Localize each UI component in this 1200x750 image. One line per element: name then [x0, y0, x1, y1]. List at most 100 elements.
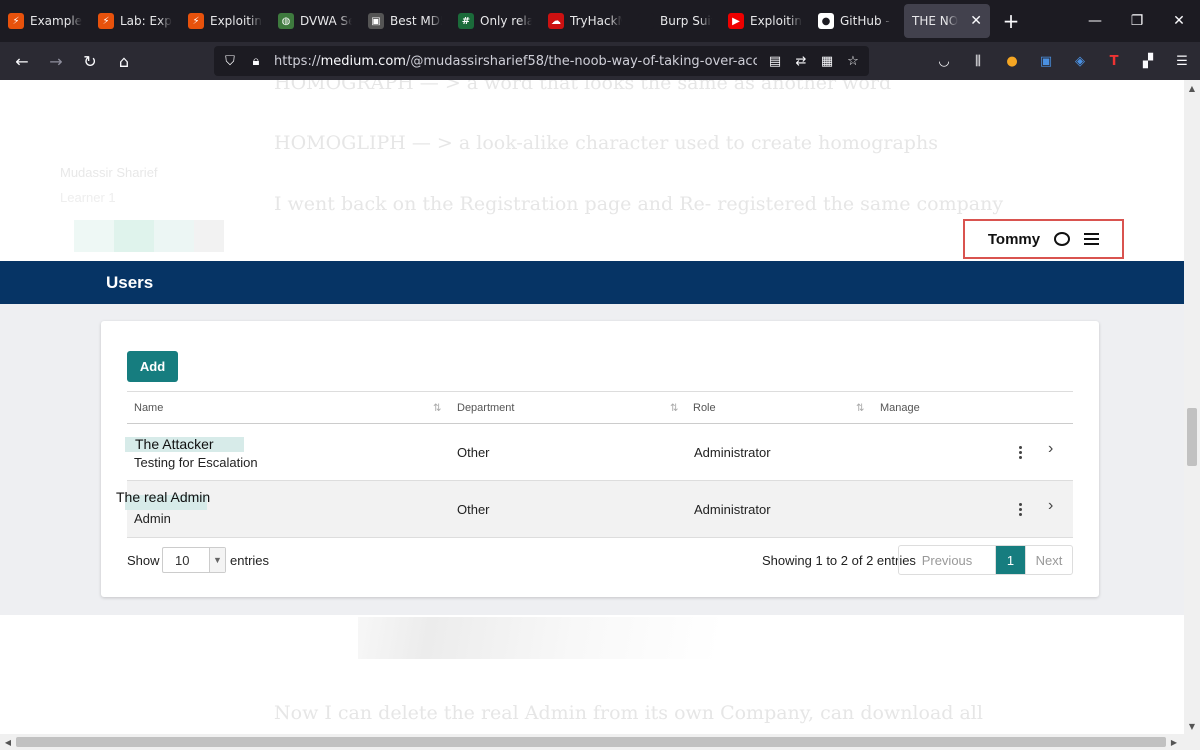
horizontal-scrollbar[interactable]: ◀ ▶ — [0, 734, 1200, 750]
user-bar-highlight: Tommy — [963, 219, 1124, 259]
column-role[interactable]: Role — [693, 402, 716, 414]
tab-label: Exploiting — [210, 14, 262, 28]
tab-label: Examples — [30, 14, 82, 28]
forward-icon[interactable]: → — [42, 47, 70, 75]
more-options-icon[interactable] — [1019, 446, 1023, 459]
chat-icon[interactable] — [1054, 232, 1071, 246]
blurred-button-strip — [74, 220, 224, 252]
user-name-cell: The real Admin — [116, 489, 211, 505]
user-name[interactable]: Tommy — [988, 231, 1040, 248]
user-subtitle-cell: Admin — [134, 511, 171, 526]
qr-icon[interactable]: ▦ — [819, 54, 835, 69]
department-cell: Other — [457, 445, 490, 460]
chevron-right-icon[interactable]: › — [1048, 440, 1053, 458]
browser-tab[interactable]: ⚡ Lab: Explo — [90, 0, 180, 42]
blank-icon — [638, 13, 654, 29]
previous-page-button[interactable]: Previous — [899, 546, 996, 574]
page-1-button[interactable]: 1 — [996, 546, 1026, 574]
tab-list: ⚡ Examples ⚡ Lab: Explo ⚡ Exploiting ◍ DVWA Se ▣… — [0, 0, 900, 42]
horizontal-scroll-thumb[interactable] — [16, 737, 1166, 747]
browser-tab[interactable]: ▣ Best MD5 — [360, 0, 450, 42]
vertical-scroll-thumb[interactable] — [1187, 408, 1197, 466]
reload-icon[interactable]: ↻ — [76, 47, 104, 75]
localhost-extension-icon[interactable]: ● — [1002, 51, 1022, 71]
scroll-down-icon[interactable]: ▼ — [1184, 718, 1200, 734]
browser-tab[interactable]: Burp Suite — [630, 0, 720, 42]
next-page-button[interactable]: Next — [1026, 546, 1072, 574]
user-subtitle-cell: Testing for Escalation — [134, 455, 258, 470]
restore-icon[interactable]: ❐ — [1116, 0, 1158, 42]
table-row[interactable]: The Attacker Testing for Escalation Othe… — [125, 424, 1073, 481]
tab-active[interactable]: THE NO ✕ — [904, 4, 990, 38]
browser-tab[interactable]: ▶ Exploiting — [720, 0, 810, 42]
hamburger-menu-icon[interactable] — [1084, 233, 1100, 245]
browser-tab[interactable]: ⚡ Examples — [0, 0, 90, 42]
article-line-homogliph: HOMOGLIPH — > a look-alike character use… — [274, 132, 938, 154]
translate-icon[interactable]: ⇄ — [793, 54, 809, 69]
tab-label: Exploiting — [750, 14, 802, 28]
translate-extension-icon[interactable]: ▣ — [1036, 51, 1056, 71]
url-prefix: https:// — [274, 53, 321, 69]
sort-icon[interactable]: ⇅ — [856, 403, 864, 414]
author-name: Mudassir Sharief — [60, 165, 158, 180]
sort-icon[interactable]: ⇅ — [670, 403, 678, 414]
url-path: /@mudassirsharief58/the-noob-way-of-taki… — [405, 53, 757, 69]
column-department[interactable]: Department — [457, 402, 514, 414]
browser-tab[interactable]: ◍ DVWA Se — [270, 0, 360, 42]
url-text[interactable]: https://medium.com/@mudassirsharief58/th… — [274, 54, 757, 69]
browser-tab[interactable]: ● GitHub - p — [810, 0, 900, 42]
column-name[interactable]: Name — [134, 402, 163, 414]
tab-label: Burp Suite — [660, 14, 712, 28]
library-icon[interactable]: ⫼ — [968, 51, 988, 71]
more-options-icon[interactable] — [1019, 503, 1023, 516]
close-window-icon[interactable]: ✕ — [1158, 0, 1200, 42]
entries-select[interactable]: 10 ▼ — [162, 547, 226, 573]
url-bar[interactable]: ⛉ 🔒︎ https://medium.com/@mudassirsharief… — [214, 46, 869, 76]
browser-tab[interactable]: # Only relat — [450, 0, 540, 42]
entries-value: 10 — [175, 552, 190, 568]
bookmark-star-icon[interactable]: ☆ — [845, 54, 861, 69]
page-header: Users — [0, 261, 1184, 304]
role-cell: Administrator — [694, 445, 771, 460]
tab-label: GitHub - p — [840, 14, 892, 28]
blurred-image-strip — [358, 617, 718, 659]
tryhackme-icon: ☁ — [548, 13, 564, 29]
scroll-up-icon[interactable]: ▲ — [1184, 80, 1200, 96]
sort-icon[interactable]: ⇅ — [433, 403, 441, 414]
table-footer: Show 10 ▼ entries Showing 1 to 2 of 2 en… — [127, 545, 1073, 577]
browser-tab-bar: ⚡ Examples ⚡ Lab: Explo ⚡ Exploiting ◍ DVWA Se ▣… — [0, 0, 1200, 42]
minimize-icon[interactable]: — — [1074, 0, 1116, 42]
translate-alt-extension-icon[interactable]: ◈ — [1070, 51, 1090, 71]
page-content: HOMOGRAPH — > a word that looks the same… — [0, 80, 1184, 734]
new-tab-button[interactable]: + — [994, 9, 1028, 33]
add-user-button[interactable]: Add — [127, 351, 178, 382]
chevron-right-icon[interactable]: › — [1048, 497, 1053, 515]
scroll-left-icon[interactable]: ◀ — [0, 734, 16, 750]
table-header: Name ⇅ Department ⇅ Role ⇅ Manage — [127, 391, 1073, 424]
show-label: Show — [127, 553, 160, 568]
browser-tab[interactable]: ⚡ Exploiting — [180, 0, 270, 42]
page-icon: ▣ — [368, 13, 384, 29]
browser-nav-bar: ← → ↻ ⌂ ⛉ 🔒︎ https://medium.com/@mudassi… — [0, 42, 1200, 80]
chevron-down-icon[interactable]: ▼ — [209, 548, 225, 572]
scroll-right-icon[interactable]: ▶ — [1166, 734, 1182, 750]
home-icon[interactable]: ⌂ — [110, 47, 138, 75]
reader-view-icon[interactable]: ▤ — [767, 54, 783, 69]
shield-icon[interactable]: ⛉ — [222, 54, 238, 69]
vertical-scrollbar[interactable]: ▲ ▼ — [1184, 80, 1200, 734]
back-icon[interactable]: ← — [8, 47, 36, 75]
extensions-icon[interactable]: ▞ — [1138, 51, 1158, 71]
hashtag-icon: # — [458, 13, 474, 29]
tab-label: DVWA Se — [300, 14, 352, 28]
lock-icon[interactable]: 🔒︎ — [248, 54, 264, 69]
table-row[interactable]: The real Admin Admin Other Administrator… — [116, 481, 1073, 538]
pocket-icon[interactable]: ◡ — [934, 51, 954, 71]
t-extension-icon[interactable]: T — [1104, 51, 1124, 71]
tab-label: TryHackM — [570, 14, 622, 28]
department-cell: Other — [457, 502, 490, 517]
burp-icon: ⚡ — [8, 13, 24, 29]
close-tab-icon[interactable]: ✕ — [970, 13, 982, 29]
app-menu-icon[interactable]: ☰ — [1172, 51, 1192, 71]
browser-tab[interactable]: ☁ TryHackM — [540, 0, 630, 42]
article-line-homograph: HOMOGRAPH — > a word that looks the same… — [274, 80, 892, 94]
